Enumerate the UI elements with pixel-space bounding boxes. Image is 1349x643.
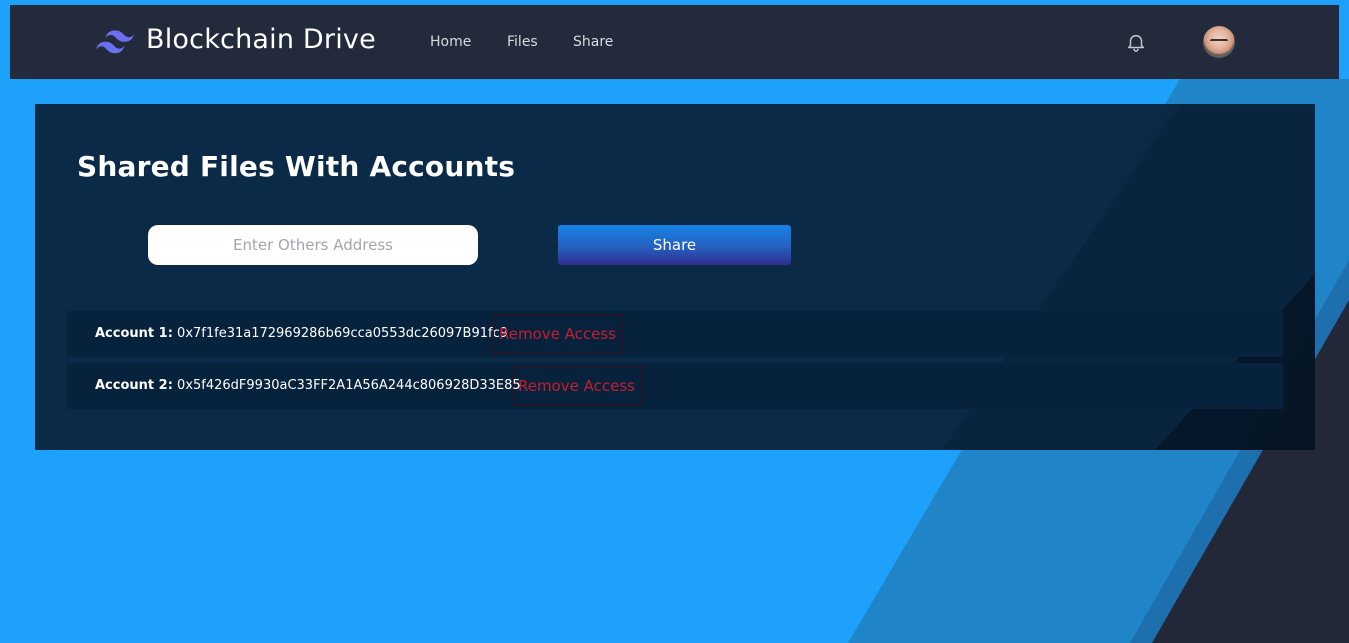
remove-access-button[interactable]: Remove Access [512,366,641,406]
account-entry: Account 1: 0x7f1fe31a172969286b69cca0553… [95,326,508,341]
page-title: Shared Files With Accounts [77,150,516,183]
shared-files-panel: Shared Files With Accounts Share Account… [35,104,1315,450]
account-row: Account 2: 0x5f426dF9930aC33FF2A1A56A244… [67,363,1283,409]
account-label: Account 1: [95,326,173,341]
account-row: Account 1: 0x7f1fe31a172969286b69cca0553… [67,311,1283,357]
address-input[interactable] [148,225,478,265]
navbar: Blockchain Drive Home Files Share [10,5,1339,79]
account-address: 0x7f1fe31a172969286b69cca0553dc26097B91f… [177,326,509,341]
bell-icon[interactable] [1125,30,1147,54]
account-entry: Account 2: 0x5f426dF9930aC33FF2A1A56A244… [95,378,521,393]
user-avatar[interactable] [1203,26,1235,58]
avatar-glasses [1210,39,1228,43]
nav-link-files[interactable]: Files [507,34,538,50]
remove-access-button[interactable]: Remove Access [493,314,622,354]
nav-link-home[interactable]: Home [430,34,471,50]
tailwind-logo-icon[interactable] [96,30,134,54]
nav-link-share[interactable]: Share [573,34,613,50]
account-address: 0x5f426dF9930aC33FF2A1A56A244c806928D33E… [177,378,521,393]
brand-title[interactable]: Blockchain Drive [146,24,376,55]
account-label: Account 2: [95,378,173,393]
share-button[interactable]: Share [558,225,791,265]
